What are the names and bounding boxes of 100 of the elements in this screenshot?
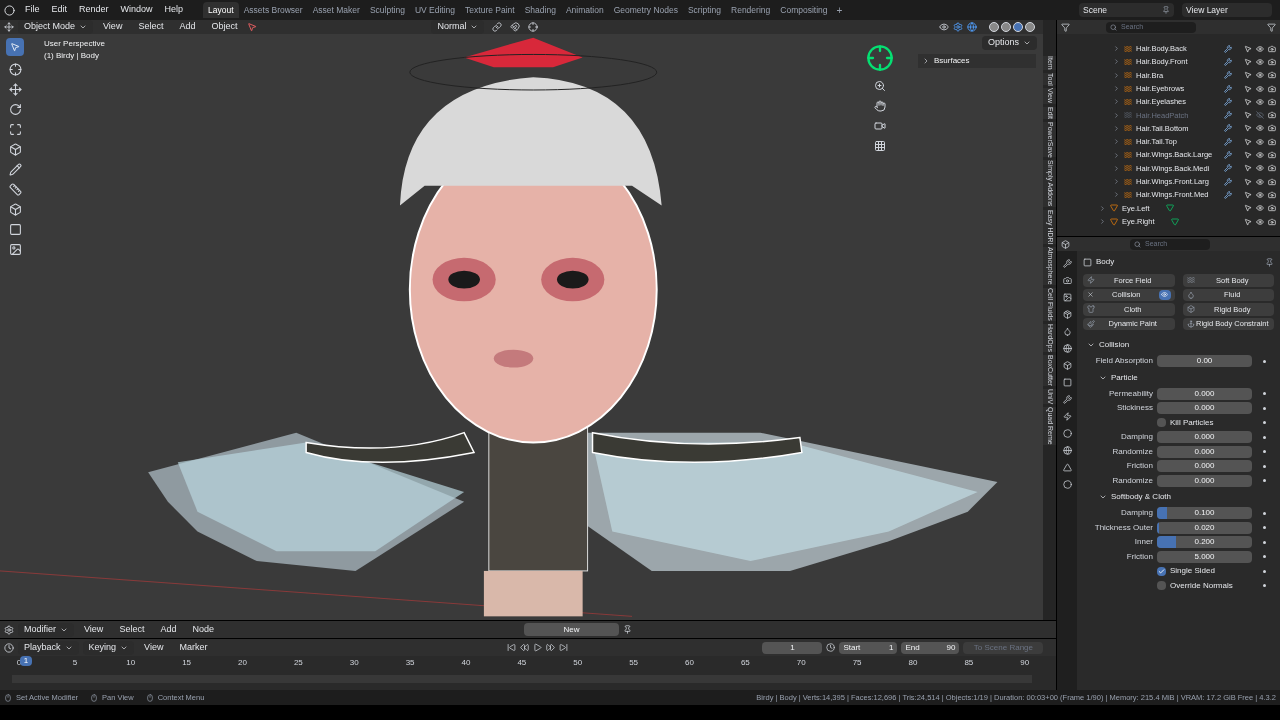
visibility-icon[interactable] bbox=[1256, 97, 1264, 106]
shading-mode-icon[interactable] bbox=[989, 22, 999, 32]
editor-type-icon[interactable] bbox=[1061, 239, 1070, 249]
start-frame-field[interactable]: Start 1 bbox=[839, 641, 898, 654]
playhead[interactable]: 1 bbox=[20, 656, 32, 666]
menu-item[interactable]: Add bbox=[154, 622, 183, 637]
number-field[interactable]: 0.100 bbox=[1157, 507, 1252, 520]
pan-icon[interactable] bbox=[874, 100, 886, 112]
render-icon[interactable] bbox=[1268, 57, 1276, 66]
playback-control-icon[interactable] bbox=[546, 643, 556, 652]
visibility-icon[interactable] bbox=[939, 22, 949, 32]
checkbox[interactable] bbox=[1157, 418, 1166, 428]
checkbox[interactable] bbox=[1157, 566, 1166, 576]
pivot-icon[interactable] bbox=[492, 22, 503, 32]
properties-tab-icon[interactable] bbox=[1062, 327, 1072, 336]
number-field[interactable]: 0.200 bbox=[1157, 536, 1252, 549]
visibility-icon[interactable] bbox=[1256, 204, 1264, 213]
new-button[interactable]: New bbox=[523, 623, 619, 636]
menu-item[interactable]: File bbox=[19, 3, 46, 17]
playback-control-icon[interactable] bbox=[507, 643, 517, 652]
panel-header[interactable]: Softbody & Cloth bbox=[1083, 488, 1274, 506]
visibility-icon[interactable] bbox=[1256, 190, 1264, 199]
properties-tab-icon[interactable] bbox=[1062, 310, 1072, 319]
menu-item[interactable]: Select bbox=[132, 20, 170, 34]
add-workspace-button[interactable]: + bbox=[832, 2, 847, 18]
checkbox[interactable] bbox=[1157, 581, 1166, 591]
workspace-tab[interactable]: Assets Browser bbox=[238, 2, 308, 18]
menu-item[interactable]: Marker bbox=[173, 640, 214, 655]
shading-mode-icon[interactable] bbox=[1013, 22, 1023, 32]
menu-item[interactable]: View bbox=[78, 622, 110, 637]
current-frame-field[interactable]: 1 bbox=[762, 641, 823, 654]
grid-icon[interactable] bbox=[874, 140, 886, 152]
properties-tab-icon[interactable] bbox=[1062, 429, 1072, 438]
tool-icon[interactable] bbox=[8, 63, 22, 76]
select-tool-button[interactable] bbox=[6, 38, 24, 56]
render-icon[interactable] bbox=[1268, 111, 1276, 120]
properties-tab-icon[interactable] bbox=[1062, 276, 1072, 285]
properties-tab-icon[interactable] bbox=[1062, 361, 1072, 370]
menu-item[interactable]: Help bbox=[158, 3, 190, 17]
render-icon[interactable] bbox=[1268, 151, 1276, 159]
editor-mode-dropdown[interactable]: Modifier bbox=[18, 622, 74, 637]
number-field[interactable]: 0.000 bbox=[1157, 474, 1252, 487]
number-field[interactable]: 0.000 bbox=[1157, 445, 1252, 458]
tool-icon[interactable] bbox=[8, 163, 22, 176]
number-field[interactable]: 0.000 bbox=[1157, 387, 1252, 400]
tool-icon[interactable] bbox=[8, 103, 22, 116]
pin-icon[interactable] bbox=[622, 625, 632, 634]
visibility-toggle[interactable] bbox=[1158, 289, 1171, 300]
display-mode-icon[interactable] bbox=[1061, 22, 1070, 32]
render-icon[interactable] bbox=[1268, 177, 1276, 186]
mode-dropdown[interactable]: Object Mode bbox=[18, 20, 94, 34]
playback-control-icon[interactable] bbox=[559, 643, 569, 652]
workspace-tab[interactable]: Layout bbox=[203, 2, 239, 18]
menu-item[interactable]: Window bbox=[114, 3, 159, 17]
tool-icon[interactable] bbox=[8, 123, 22, 136]
workspace-tab[interactable]: Scripting bbox=[682, 2, 727, 18]
tool-icon[interactable] bbox=[8, 143, 22, 156]
workspace-tab[interactable]: Compositing bbox=[775, 2, 833, 18]
workspace-tab[interactable]: Sculpting bbox=[364, 2, 410, 18]
editor-type-icon[interactable] bbox=[4, 624, 14, 635]
shading-mode-icon[interactable] bbox=[1025, 22, 1035, 32]
tool-icon[interactable] bbox=[8, 183, 22, 196]
render-icon[interactable] bbox=[1268, 204, 1276, 213]
editor-type-icon[interactable] bbox=[4, 642, 14, 653]
menu-item[interactable]: Add bbox=[173, 20, 202, 34]
snap-icon[interactable] bbox=[510, 22, 521, 32]
render-icon[interactable] bbox=[1268, 97, 1276, 106]
menu-item[interactable]: Object bbox=[205, 20, 244, 34]
pin-icon[interactable] bbox=[1162, 6, 1170, 14]
menu-item[interactable]: View bbox=[138, 640, 170, 655]
render-icon[interactable] bbox=[1268, 137, 1276, 146]
panel-header[interactable]: Particle bbox=[1083, 368, 1274, 387]
properties-tab-icon[interactable] bbox=[1062, 293, 1072, 302]
render-icon[interactable] bbox=[1268, 164, 1276, 173]
visibility-icon[interactable] bbox=[1256, 57, 1264, 66]
options-dropdown[interactable]: Options bbox=[981, 36, 1037, 50]
zoom-icon[interactable] bbox=[874, 80, 886, 92]
keying-dropdown[interactable]: Keying bbox=[82, 640, 135, 655]
filter-icon[interactable] bbox=[1267, 22, 1276, 32]
scene-selector[interactable]: Scene bbox=[1079, 3, 1174, 17]
end-frame-field[interactable]: End 90 bbox=[901, 641, 960, 654]
hidden-icon[interactable] bbox=[1256, 111, 1264, 120]
tool-icon[interactable] bbox=[8, 223, 22, 236]
workspace-tab[interactable]: Animation bbox=[560, 2, 609, 18]
number-field[interactable]: 0.000 bbox=[1157, 431, 1252, 444]
editor-type-icon[interactable] bbox=[4, 22, 14, 32]
properties-tab-icon[interactable] bbox=[1062, 344, 1072, 353]
close-icon[interactable] bbox=[1087, 291, 1094, 299]
render-icon[interactable] bbox=[1268, 84, 1276, 93]
menu-item[interactable]: Edit bbox=[45, 3, 74, 17]
number-field[interactable]: 0.020 bbox=[1157, 521, 1252, 534]
tool-icon[interactable] bbox=[8, 83, 22, 96]
visibility-icon[interactable] bbox=[1256, 164, 1264, 173]
number-field[interactable]: 5.000 bbox=[1157, 550, 1252, 563]
properties-tab-icon[interactable] bbox=[1062, 446, 1072, 455]
properties-tab-icon[interactable] bbox=[1062, 412, 1072, 421]
workspace-tab[interactable]: Asset Maker bbox=[307, 2, 365, 18]
tool-icon[interactable] bbox=[8, 243, 22, 256]
workspace-tab[interactable]: Rendering bbox=[726, 2, 776, 18]
addon-panel[interactable]: Bsurfaces bbox=[918, 54, 1036, 68]
